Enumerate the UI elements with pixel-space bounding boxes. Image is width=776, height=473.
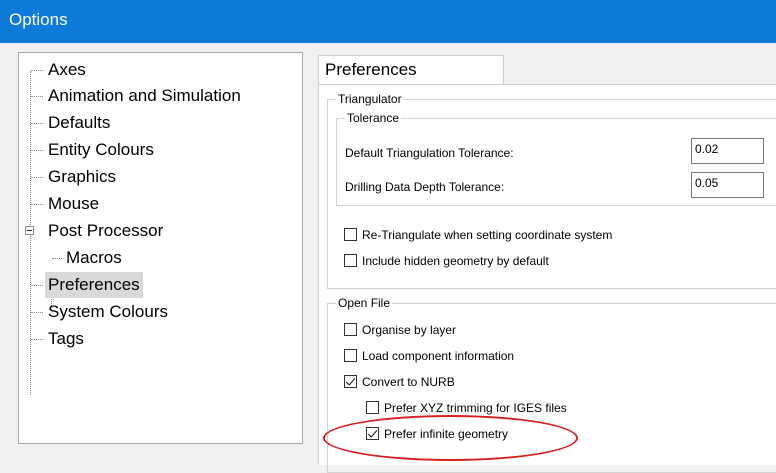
tree-branch-line (31, 123, 43, 124)
prefer-xyz-trimming-checkbox[interactable] (366, 401, 379, 414)
tab-preferences[interactable]: Preferences (318, 55, 504, 85)
tree-branch-line (31, 96, 43, 97)
checkbox-label: Prefer XYZ trimming for IGES files (384, 401, 567, 415)
tree-item-label: Defaults (48, 113, 111, 132)
organise-by-layer-checkbox[interactable] (344, 323, 357, 336)
tree-branch-line (31, 177, 43, 178)
tree-item-label: Mouse (48, 194, 100, 213)
preferences-panel: Triangulator Tolerance Default Triangula… (318, 84, 776, 473)
checkbox-label: Organise by layer (362, 323, 457, 337)
triangulator-group: Triangulator Tolerance Default Triangula… (327, 92, 776, 289)
tree-item-label: Animation and Simulation (48, 86, 241, 105)
convert-to-nurb-checkbox[interactable] (344, 375, 357, 388)
window-title: Options (9, 10, 68, 29)
default-triangulation-tolerance-label: Default Triangulation Tolerance: (345, 146, 514, 160)
checkbox-label: Re-Triangulate when setting coordinate s… (362, 228, 613, 242)
drilling-data-depth-tolerance-label: Drilling Data Depth Tolerance: (345, 180, 505, 194)
open-file-group: Open File Organise by layer Load compone… (327, 296, 776, 473)
tree-item-label: Macros (66, 248, 122, 267)
prefer-infinite-geometry-checkbox[interactable] (366, 427, 379, 440)
tree-item-label: Axes (48, 60, 86, 79)
retriangulate-checkbox[interactable] (344, 228, 357, 241)
tree-branch-line (31, 339, 43, 340)
default-triangulation-tolerance-field[interactable]: 0.02 (691, 138, 764, 164)
tree-item-label: Post Processor (48, 221, 164, 240)
title-bar: Options (0, 0, 776, 43)
group-title: Tolerance (345, 111, 402, 126)
tree-item-label: Entity Colours (48, 140, 154, 159)
drilling-data-depth-tolerance-field[interactable]: 0.05 (691, 172, 764, 198)
tree-branch-line (31, 285, 43, 286)
tree-item-label: Graphics (48, 167, 117, 186)
checkbox-label: Prefer infinite geometry (384, 427, 509, 441)
tree-branch-line (31, 204, 43, 205)
checkbox-label: Convert to NURB (362, 375, 455, 389)
collapse-icon[interactable] (25, 226, 34, 235)
checkbox-label: Load component information (362, 349, 515, 363)
tree-branch-line (31, 312, 43, 313)
checkbox-label: Include hidden geometry by default (362, 254, 549, 268)
tree-item-label: System Colours (48, 302, 168, 321)
tree-item-label: Tags (48, 329, 84, 348)
tree-branch-line (52, 258, 62, 259)
load-component-information-checkbox[interactable] (344, 349, 357, 362)
options-category-tree[interactable]: Axes Animation and Simulation Defaults E… (18, 52, 303, 444)
group-title: Triangulator (336, 92, 404, 107)
group-title: Open File (336, 296, 393, 311)
tree-branch-line (31, 70, 43, 71)
include-hidden-geometry-checkbox[interactable] (344, 254, 357, 267)
tolerance-group: Tolerance Default Triangulation Toleranc… (336, 111, 776, 206)
tree-branch-line (31, 150, 43, 151)
tree-item-label: Preferences (45, 272, 143, 298)
